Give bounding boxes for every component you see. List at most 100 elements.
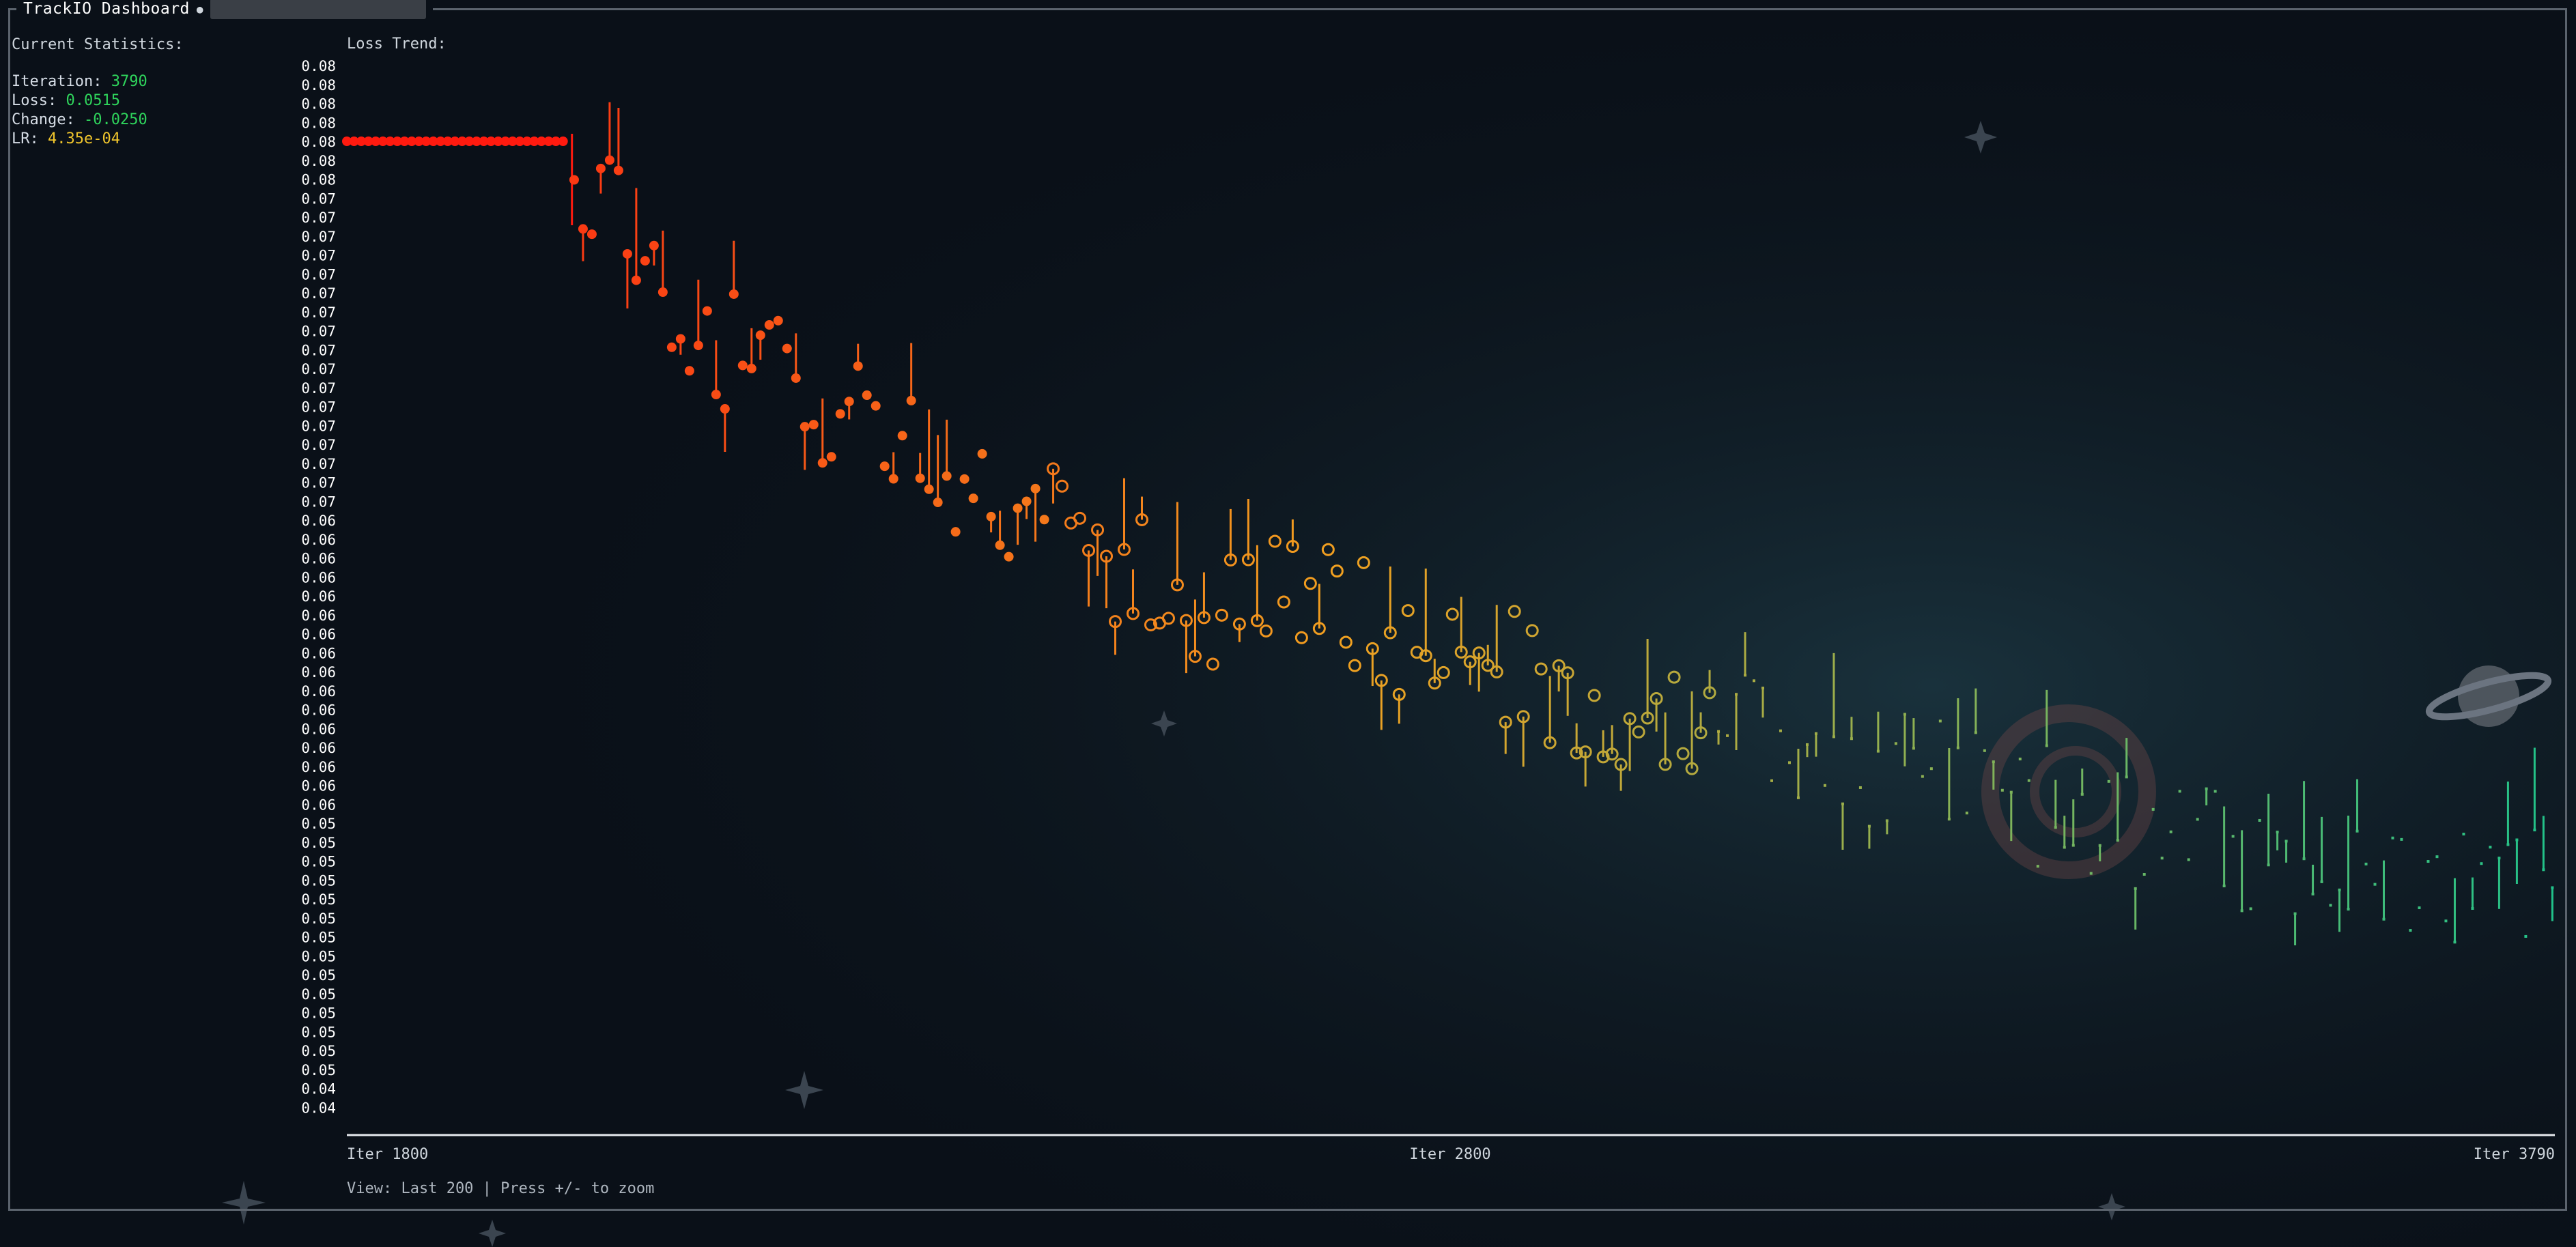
loss-point <box>1339 635 1353 649</box>
loss-point <box>1632 725 1645 739</box>
x-tick-label: Iter 1800 <box>347 1146 428 1163</box>
y-tick-label: 0.05 <box>301 967 336 984</box>
loss-point <box>1770 779 1773 782</box>
loss-trend-chart: 0.08 0.08 0.08 0.08 0.08 0.08 0.08 0.07 0.07 0.07… <box>301 58 2555 1163</box>
loss-point <box>1753 679 1756 683</box>
loss-point <box>2267 863 2270 867</box>
y-tick-label: 0.07 <box>301 210 336 226</box>
y-tick-label: 0.08 <box>301 77 336 94</box>
loss-point <box>1534 662 1548 676</box>
loss-point <box>2373 883 2377 886</box>
loss-point <box>1947 818 1951 821</box>
y-tick-label: 0.06 <box>301 759 336 775</box>
y-tick-label: 0.05 <box>301 835 336 851</box>
loss-point <box>711 390 721 400</box>
y-tick-label: 0.06 <box>301 721 336 737</box>
loss-point <box>1796 796 1800 799</box>
loss-point <box>1814 732 1817 735</box>
loss-point <box>2098 844 2101 847</box>
loss-point <box>2009 790 2013 794</box>
loss-point <box>817 458 827 468</box>
loss-point <box>2542 868 2545 872</box>
loss-point <box>1983 749 1986 752</box>
loss-point <box>1779 729 1782 732</box>
loss-point <box>1832 735 1835 739</box>
y-tick-label: 0.06 <box>301 627 336 643</box>
loss-point <box>1894 742 1897 745</box>
loss-point <box>808 420 819 430</box>
loss-point <box>906 395 916 405</box>
loss-point <box>2125 775 2128 779</box>
loss-point <box>1667 670 1681 684</box>
y-tick-label: 0.07 <box>301 437 336 453</box>
loss-point <box>2471 906 2474 910</box>
loss-point <box>604 155 614 165</box>
loss-point <box>1974 731 1977 734</box>
x-tick-label: Iter 3790 <box>2474 1146 2555 1163</box>
loss-point <box>1330 564 1344 578</box>
loss-point <box>2000 788 2004 792</box>
loss-point <box>2435 855 2439 859</box>
loss-point <box>844 397 854 407</box>
y-tick-label: 0.05 <box>301 948 336 964</box>
loss-point <box>1858 786 1862 789</box>
x-tick-label: Iter 2800 <box>1409 1146 1490 1163</box>
loss-point <box>1876 749 1880 753</box>
loss-point <box>1357 556 1370 569</box>
loss-point <box>2036 865 2039 868</box>
loss-point <box>2409 929 2412 932</box>
loss-point <box>2107 779 2110 783</box>
loss-point <box>578 224 588 234</box>
loss-point <box>1445 607 1459 621</box>
loss-point <box>569 175 579 185</box>
y-tick-label: 0.07 <box>301 380 336 397</box>
loss-point <box>720 404 730 414</box>
y-tick-label: 0.05 <box>301 854 336 870</box>
loss-point <box>1676 747 1690 760</box>
loss-point <box>2418 906 2421 910</box>
loss-point <box>1912 747 1915 750</box>
loss-point <box>1744 674 1747 677</box>
y-tick-label: 0.07 <box>301 493 336 510</box>
loss-point <box>622 248 632 259</box>
y-tick-label: 0.05 <box>301 891 336 908</box>
loss-point <box>1956 746 1959 749</box>
loss-point <box>1013 503 1023 513</box>
loss-point <box>1215 608 1228 622</box>
loss-point <box>2063 846 2066 849</box>
loss-point <box>853 361 863 371</box>
loss-point <box>1805 743 1809 746</box>
loss-point <box>1850 737 1853 741</box>
loss-point <box>631 275 641 285</box>
loss-point <box>2551 886 2554 889</box>
loss-point <box>2515 838 2519 842</box>
loss-point <box>1823 784 1826 787</box>
loss-point <box>675 334 685 344</box>
loss-point <box>613 165 623 175</box>
loss-point <box>1161 612 1175 625</box>
loss-point <box>2160 857 2164 860</box>
y-tick-label: 0.08 <box>301 153 336 169</box>
loss-point <box>1938 719 1942 723</box>
loss-point <box>2497 857 2501 860</box>
loss-point <box>2080 792 2084 796</box>
y-tick-label: 0.08 <box>301 172 336 188</box>
loss-point <box>2045 744 2048 747</box>
loss-point <box>915 473 925 483</box>
loss-point <box>2329 904 2332 907</box>
y-tick-label: 0.06 <box>301 645 336 661</box>
y-tick-label: 0.05 <box>301 911 336 927</box>
loss-point <box>1903 713 1906 716</box>
loss-point <box>2320 880 2323 883</box>
loss-point <box>746 363 756 373</box>
y-tick-label: 0.06 <box>301 588 336 605</box>
loss-point <box>2240 909 2244 913</box>
y-tick-label: 0.07 <box>301 342 336 358</box>
y-tick-label: 0.07 <box>301 190 336 207</box>
loss-point <box>2027 779 2030 782</box>
loss-point <box>1921 775 1924 778</box>
y-tick-label: 0.07 <box>301 456 336 472</box>
loss-point <box>1321 543 1335 556</box>
loss-point <box>1021 496 1032 506</box>
y-tick-label: 0.07 <box>301 266 336 283</box>
